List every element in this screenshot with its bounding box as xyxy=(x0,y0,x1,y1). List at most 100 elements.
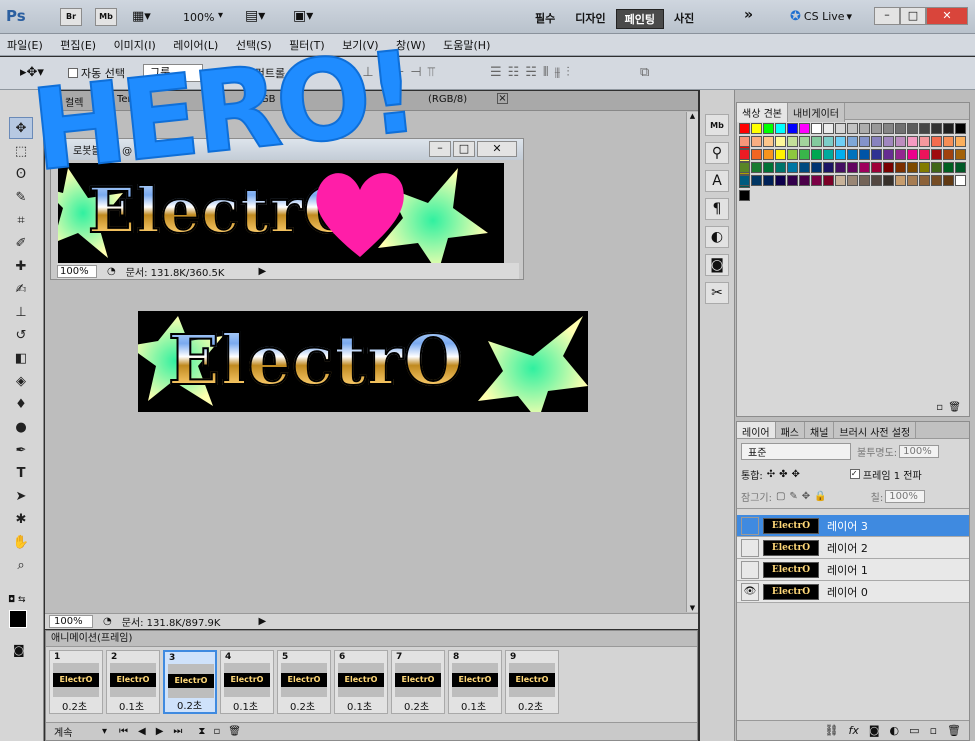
usb-icon[interactable]: ⚲ xyxy=(705,142,729,164)
color-swatch[interactable] xyxy=(799,175,810,186)
color-swatch[interactable] xyxy=(823,162,834,173)
default-colors-icon[interactable]: ◘ ⇆ xyxy=(8,595,26,605)
workspace-design[interactable]: 디자인 xyxy=(565,9,615,29)
color-swatch[interactable] xyxy=(895,149,906,160)
frame-delay[interactable]: 0.1초 xyxy=(119,698,144,713)
maximize-icon[interactable]: □ xyxy=(900,7,926,25)
zoom-level[interactable]: 100% xyxy=(183,11,214,24)
layer-row-3[interactable]: ElectrO 레이어 3 xyxy=(737,515,969,537)
color-swatch[interactable] xyxy=(883,175,894,186)
mini-bridge-button[interactable]: Mb xyxy=(95,8,117,26)
close-icon[interactable]: ✕ xyxy=(926,7,968,25)
color-swatch[interactable] xyxy=(847,123,858,134)
color-swatch[interactable] xyxy=(823,123,834,134)
animation-frame[interactable]: 8 ElectrO 0.1초 xyxy=(448,650,502,714)
character-panel-icon[interactable]: A xyxy=(705,170,729,192)
color-swatch[interactable] xyxy=(787,123,798,134)
distribute-buttons-icon[interactable]: ☰☷☵⫴⫵⫶ xyxy=(490,65,576,80)
opacity-field[interactable]: 100% xyxy=(899,444,940,458)
workspace-photography[interactable]: 사진 xyxy=(664,9,704,29)
color-swatch[interactable] xyxy=(859,149,870,160)
screen-mode-icon[interactable]: ▣▾ xyxy=(293,8,313,24)
animation-frame[interactable]: 6 ElectrO 0.1초 xyxy=(334,650,388,714)
new-swatch-icon[interactable]: ▫ xyxy=(936,402,943,413)
layer-row-1[interactable]: ElectrO 레이어 1 xyxy=(737,559,969,581)
canvas-vertical-scrollbar[interactable]: ▲ ▼ xyxy=(686,112,698,612)
arrange-documents-icon[interactable]: ▤▾ xyxy=(245,8,265,24)
tab-swatches[interactable]: 색상 견본 xyxy=(737,103,788,122)
cs-live-button[interactable]: ✪ CS Live ▾ xyxy=(790,9,852,24)
menu-help[interactable]: 도움말(H) xyxy=(436,34,497,56)
minimize-icon[interactable]: – xyxy=(874,7,900,25)
color-swatch[interactable] xyxy=(907,175,918,186)
color-swatch[interactable] xyxy=(751,175,762,186)
visibility-toggle[interactable] xyxy=(741,516,759,535)
scroll-up-icon[interactable]: ▲ xyxy=(687,112,698,120)
tab-4[interactable]: (RGB/8) xyxy=(428,94,467,105)
color-swatch[interactable] xyxy=(859,123,870,134)
extras-menu-icon[interactable]: ▦▾ xyxy=(132,9,151,24)
color-swatch[interactable] xyxy=(931,175,942,186)
lock-buttons-icon[interactable]: ▢✎✥🔒 xyxy=(776,491,831,502)
layer-row-0[interactable]: 👁 ElectrO 레이어 0 xyxy=(737,581,969,603)
color-swatch[interactable] xyxy=(835,149,846,160)
color-swatch[interactable] xyxy=(787,149,798,160)
color-swatch[interactable] xyxy=(907,123,918,134)
unify-buttons-icon[interactable]: ✣✤✥ xyxy=(767,469,804,480)
color-swatch[interactable] xyxy=(739,190,750,201)
zoom-field[interactable]: 100% xyxy=(49,615,93,628)
color-swatch[interactable] xyxy=(919,149,930,160)
visibility-toggle[interactable] xyxy=(741,538,759,557)
color-swatch[interactable] xyxy=(763,136,774,147)
color-swatch[interactable] xyxy=(739,162,750,173)
status-info-icon[interactable]: ◔ xyxy=(107,266,116,277)
floating-minimize-icon[interactable]: – xyxy=(429,141,451,157)
paragraph-panel-icon[interactable]: ¶ xyxy=(705,198,729,220)
color-swatch[interactable] xyxy=(871,149,882,160)
eraser-tool-icon[interactable]: ◧ xyxy=(9,347,33,369)
animation-frame[interactable]: 7 ElectrO 0.2초 xyxy=(391,650,445,714)
color-swatch[interactable] xyxy=(799,162,810,173)
playback-controls-icon[interactable]: ⏮◀▶⏭ xyxy=(119,726,192,737)
healing-brush-tool-icon[interactable]: ✚ xyxy=(9,255,33,277)
eyedropper-tool-icon[interactable]: ✐ xyxy=(9,232,33,254)
layer-row-2[interactable]: ElectrO 레이어 2 xyxy=(737,537,969,559)
color-swatch[interactable] xyxy=(895,175,906,186)
color-swatch[interactable] xyxy=(847,149,858,160)
color-swatch[interactable] xyxy=(823,149,834,160)
color-swatch[interactable] xyxy=(859,136,870,147)
hand-tool-icon[interactable]: ✋ xyxy=(9,531,33,553)
workspace-essentials[interactable]: 필수 xyxy=(525,9,565,29)
animation-frame[interactable]: 4 ElectrO 0.1초 xyxy=(220,650,274,714)
color-swatch[interactable] xyxy=(751,136,762,147)
trash-icon[interactable]: 🗑 xyxy=(948,402,961,413)
bridge-button[interactable]: Br xyxy=(60,8,82,26)
status-info-icon[interactable]: ◔ xyxy=(103,616,112,627)
history-brush-tool-icon[interactable]: ↺ xyxy=(9,324,33,346)
color-swatch[interactable] xyxy=(847,136,858,147)
color-swatch[interactable] xyxy=(871,136,882,147)
quick-selection-tool-icon[interactable]: ✎ xyxy=(9,186,33,208)
color-swatch[interactable] xyxy=(799,136,810,147)
floating-zoom-field[interactable]: 100% xyxy=(57,264,97,278)
color-swatch[interactable] xyxy=(763,123,774,134)
color-swatch[interactable] xyxy=(775,136,786,147)
color-swatch[interactable] xyxy=(883,136,894,147)
color-swatch[interactable] xyxy=(895,162,906,173)
color-swatch[interactable] xyxy=(931,123,942,134)
color-swatch[interactable] xyxy=(955,162,966,173)
loop-option[interactable]: 계속 xyxy=(54,724,102,739)
frame-delay[interactable]: 0.1초 xyxy=(461,698,486,713)
color-swatch[interactable] xyxy=(763,149,774,160)
trash-icon[interactable]: 🗑 xyxy=(947,724,961,737)
frame-delay[interactable]: 0.2초 xyxy=(290,698,315,713)
color-swatch[interactable] xyxy=(823,175,834,186)
blur-tool-icon[interactable]: ♦ xyxy=(9,393,33,415)
color-swatch[interactable] xyxy=(823,136,834,147)
color-swatch[interactable] xyxy=(931,149,942,160)
color-swatch[interactable] xyxy=(811,162,822,173)
fill-field[interactable]: 100% xyxy=(885,490,926,503)
floating-maximize-icon[interactable]: □ xyxy=(453,141,475,157)
status-menu-icon[interactable]: ▶ xyxy=(258,616,266,627)
tab-layers[interactable]: 레이어 xyxy=(737,422,776,438)
